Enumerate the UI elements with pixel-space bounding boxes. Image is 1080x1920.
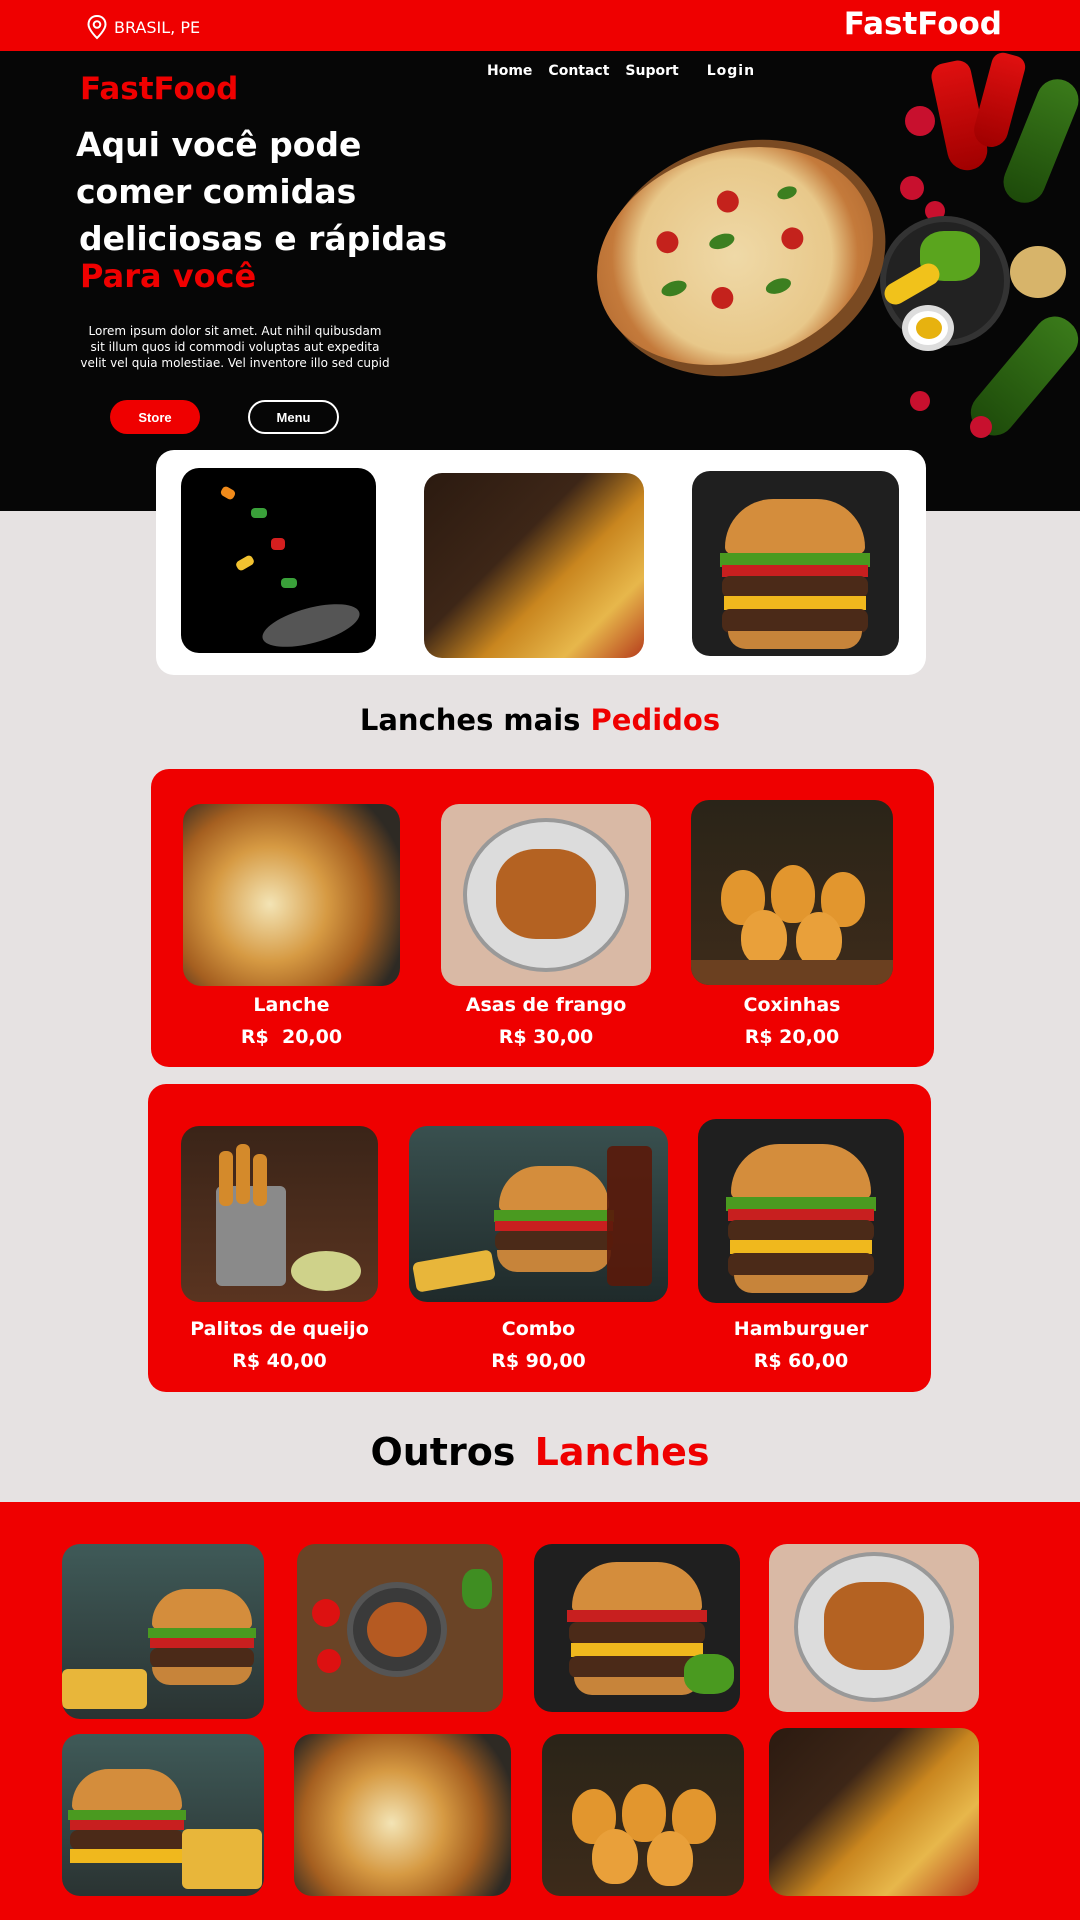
featured-card: [156, 450, 926, 675]
hero-brand: FastFood: [80, 71, 239, 107]
top-bar: BRASIL, PE FastFood: [0, 0, 1080, 51]
gallery-burger-fries-image[interactable]: [62, 1544, 264, 1719]
combo-image[interactable]: [409, 1126, 668, 1302]
product-price: R$ 30,00: [498, 1026, 594, 1048]
pizza-image: [568, 112, 902, 400]
menu-button[interactable]: Menu: [248, 400, 339, 434]
popular-card-row-2: Palitos de queijo R$ 40,00 Combo R$ 90,0…: [148, 1084, 931, 1392]
product-name: Hamburguer: [733, 1318, 869, 1340]
coxinhas-image[interactable]: [691, 800, 893, 985]
others-gallery: [0, 1502, 1080, 1920]
product-name: Coxinhas: [743, 994, 841, 1016]
gallery-coxinhas-image[interactable]: [542, 1734, 744, 1896]
product-price: R$ 90,00: [491, 1350, 586, 1372]
location-pin-icon: [87, 14, 107, 40]
product-price: R$ 60,00: [753, 1350, 849, 1372]
radish-image: [900, 176, 924, 200]
gallery-pizza-slice-image[interactable]: [769, 1728, 979, 1896]
hero-title-line: deliciosas e rápidas: [79, 219, 448, 258]
burger-image[interactable]: [692, 471, 899, 656]
gallery-stew-pan-image[interactable]: [297, 1544, 503, 1712]
popular-title-black: Lanches mais: [359, 703, 581, 737]
others-title-black: Outros: [370, 1430, 516, 1474]
gallery-chicken-wings-image[interactable]: [769, 1544, 979, 1712]
hero-description: Lorem ipsum dolor sit amet. Aut nihil qu…: [80, 324, 390, 370]
nav-home[interactable]: Home: [487, 63, 532, 79]
oil-bowl-image: [902, 305, 954, 351]
others-title-red: Lanches: [534, 1430, 710, 1474]
veggies-pan-image[interactable]: [181, 468, 376, 653]
product-price: R$ 40,00: [232, 1350, 327, 1372]
hero-title: Aqui você pode comer comidas deliciosas …: [76, 121, 496, 262]
hero-food-image: [568, 51, 1080, 451]
product-price: R$ 20,00: [744, 1026, 840, 1048]
product-name: Palitos de queijo: [190, 1318, 369, 1340]
chicken-wings-image[interactable]: [441, 804, 651, 986]
store-button[interactable]: Store: [110, 400, 200, 434]
brand-logo[interactable]: FastFood: [844, 6, 1002, 42]
radish-image: [970, 416, 992, 438]
location-label: BRASIL, PE: [114, 17, 201, 37]
product-name: Combo: [501, 1318, 576, 1340]
popular-title-red: Pedidos: [590, 703, 721, 737]
gallery-lanche-image[interactable]: [294, 1734, 511, 1896]
gallery-burger-fries-2-image[interactable]: [62, 1734, 264, 1896]
hero-title-line: comer comidas: [76, 172, 357, 211]
product-price: R$ 20,00: [240, 1026, 343, 1048]
product-name: Asas de frango: [465, 994, 627, 1016]
pizza-slice-image[interactable]: [424, 473, 644, 658]
potato-image: [1010, 246, 1066, 298]
lanche-image[interactable]: [183, 804, 400, 986]
radish-image: [905, 106, 935, 136]
product-name: Lanche: [253, 994, 330, 1016]
others-title: Outros Lanches: [0, 1430, 1080, 1474]
gallery-cheeseburger-image[interactable]: [534, 1544, 740, 1712]
popular-card-row-1: Lanche R$ 20,00 Asas de frango R$ 30,00 …: [151, 769, 934, 1067]
hero-accent: Para você: [80, 257, 257, 295]
radish-image: [910, 391, 930, 411]
hamburguer-image[interactable]: [698, 1119, 904, 1303]
hero-title-line: Aqui você pode: [76, 125, 362, 164]
hero-section: Home Contact Suport Login FastFood Aqui …: [0, 51, 1080, 511]
cheese-sticks-image[interactable]: [181, 1126, 378, 1302]
location[interactable]: BRASIL, PE: [86, 14, 200, 40]
popular-title: Lanches mais Pedidos: [0, 703, 1080, 737]
